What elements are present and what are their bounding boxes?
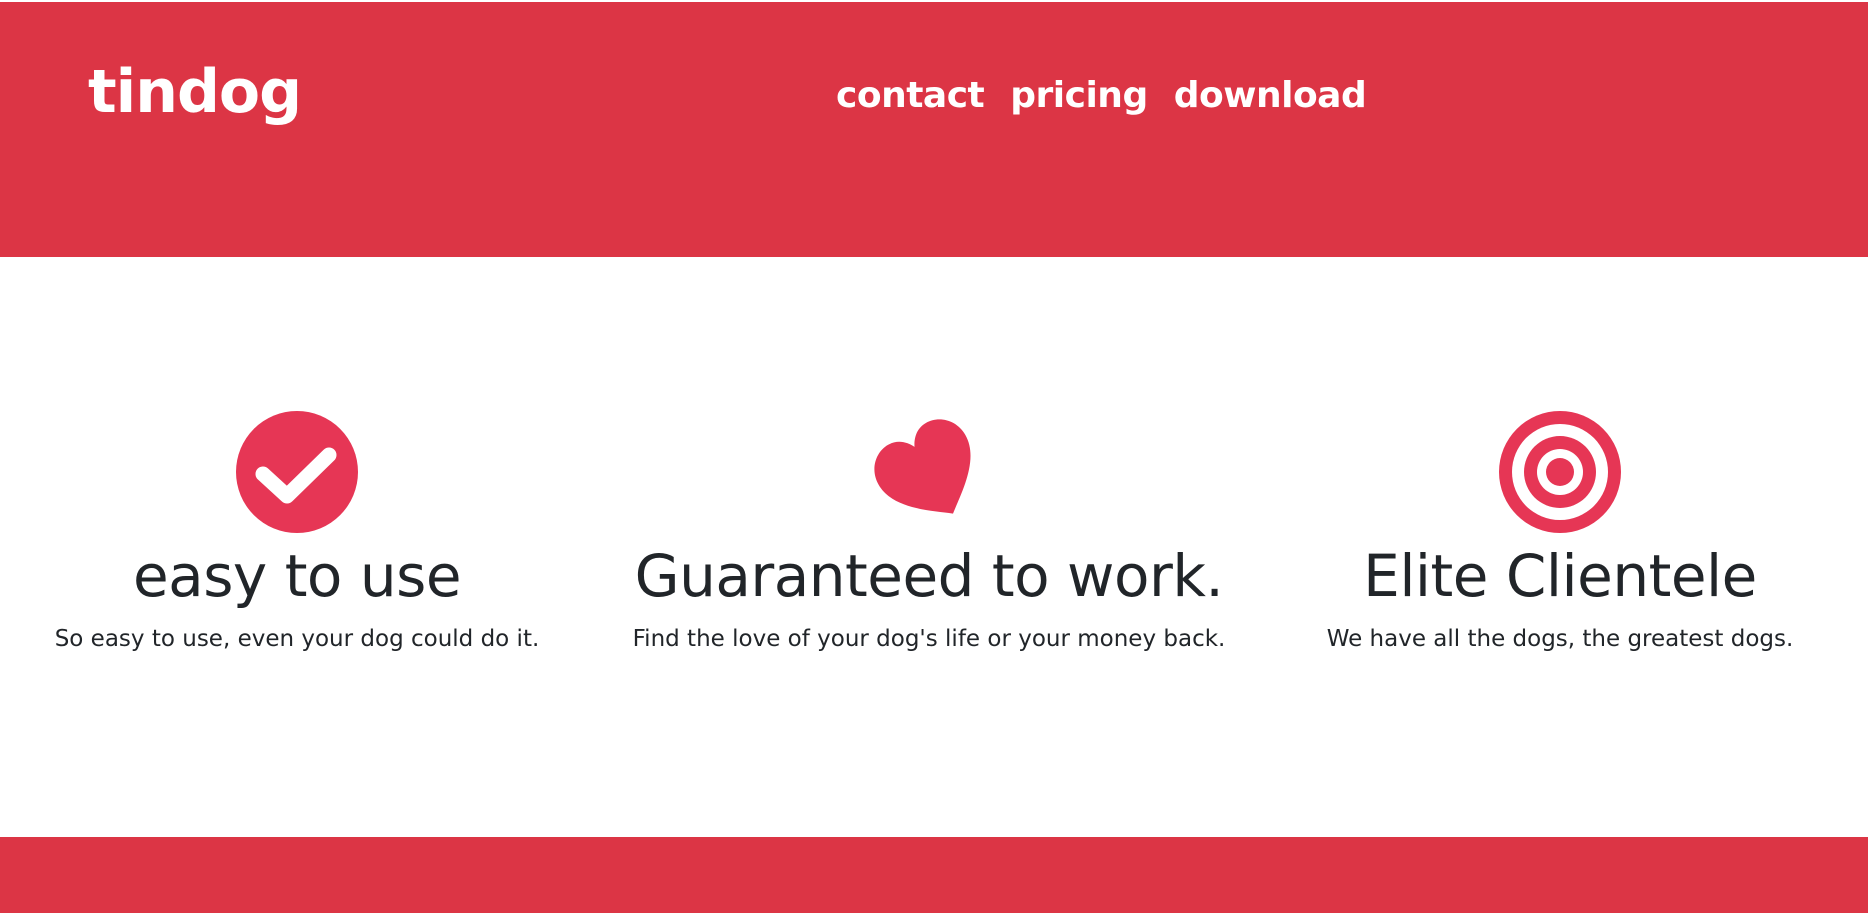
features-section: easy to use So easy to use, even your do… (0, 257, 1868, 837)
title-section: tindog contact pricing download (0, 2, 1868, 257)
feature-elite-clientele: Elite Clientele We have all the dogs, th… (1260, 410, 1860, 654)
feature-text: Find the love of your dog's life or your… (632, 626, 1226, 652)
feature-text: So easy to use, even your dog could do i… (54, 626, 540, 652)
brand-logo[interactable]: tindog (88, 52, 302, 132)
nav-link-contact[interactable]: contact (836, 74, 985, 118)
bottom-section (0, 837, 1868, 913)
heart-icon (874, 419, 971, 514)
nav-link-download[interactable]: download (1174, 74, 1367, 118)
feature-guaranteed: Guaranteed to work. Find the love of you… (629, 410, 1229, 654)
feature-title: easy to use (132, 542, 462, 610)
page: tindog contact pricing download easy to … (0, 0, 1868, 913)
main-nav: contact pricing download (836, 74, 1367, 118)
bullseye-icon (1499, 411, 1621, 533)
feature-easy-to-use: easy to use So easy to use, even your do… (0, 410, 597, 654)
feature-title: Guaranteed to work. (634, 542, 1224, 610)
feature-text: We have all the dogs, the greatest dogs. (1326, 626, 1794, 652)
check-circle-icon (236, 411, 358, 533)
feature-title: Elite Clientele (1363, 542, 1757, 610)
nav-link-pricing[interactable]: pricing (1010, 74, 1148, 118)
